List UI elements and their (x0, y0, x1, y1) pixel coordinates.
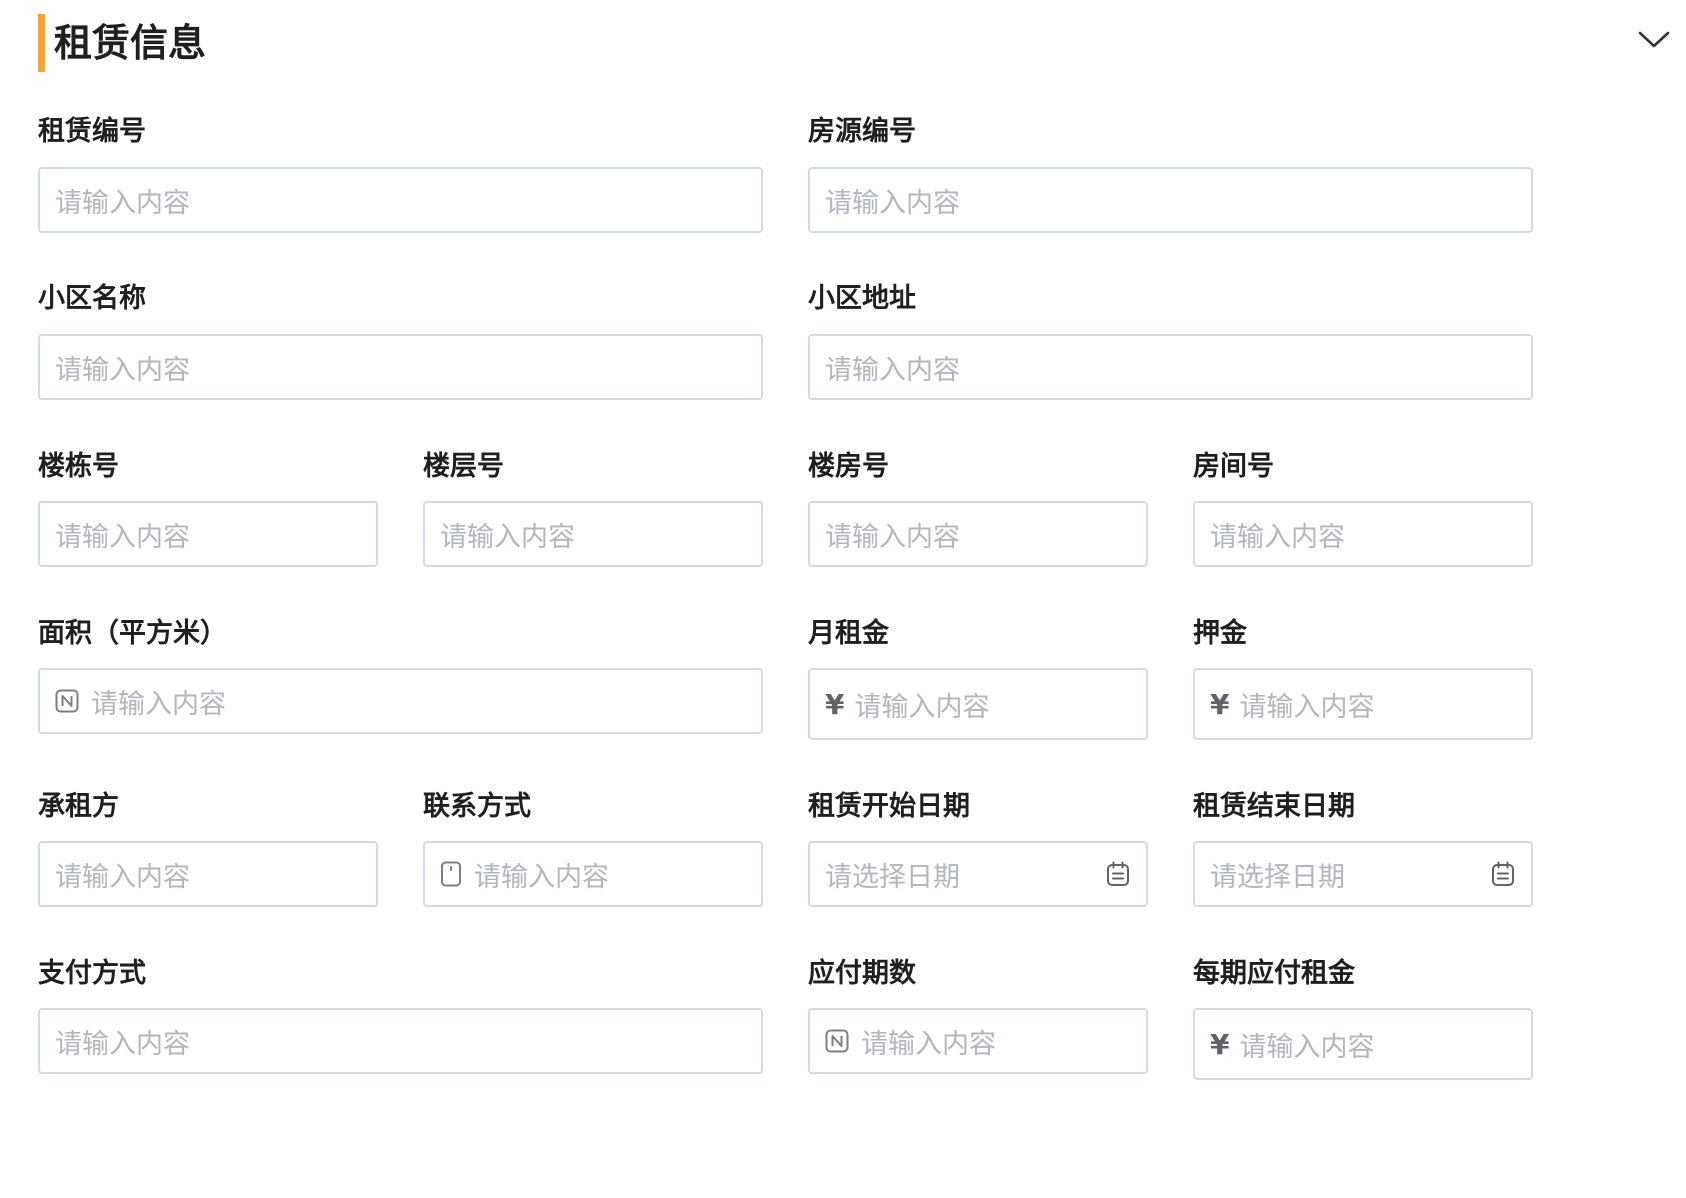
field-label: 楼房号 (808, 451, 889, 482)
calendar-icon[interactable] (1106, 861, 1130, 887)
contact-input[interactable]: 请输入内容 (423, 841, 763, 907)
currency-prefix: ¥ (1210, 1027, 1230, 1061)
field-room-no: 房间号 请输入内容 (1193, 450, 1533, 570)
area-input[interactable]: 请输入内容 (38, 668, 763, 734)
input-placeholder: 请输入内容 (825, 521, 960, 553)
input-placeholder: 请输入内容 (440, 521, 575, 553)
section-header: 租赁信息 (38, 14, 1670, 72)
field-end-date: 租赁结束日期 请选择日期 (1193, 790, 1533, 910)
start-date-picker[interactable]: 请选择日期 (808, 841, 1148, 907)
field-start-date: 租赁开始日期 请选择日期 (808, 790, 1148, 910)
field-community-address: 小区地址 请输入内容 (808, 282, 1533, 402)
payment-method-input[interactable]: 请输入内容 (38, 1008, 763, 1074)
installments-input[interactable]: 请输入内容 (808, 1008, 1148, 1074)
rent-per-period-input[interactable]: ¥ 请输入内容 (1193, 1008, 1533, 1080)
field-building-no: 楼栋号 请输入内容 (38, 450, 378, 570)
field-community-name: 小区名称 请输入内容 (38, 282, 763, 402)
end-date-picker[interactable]: 请选择日期 (1193, 841, 1533, 907)
input-placeholder: 请输入内容 (91, 688, 226, 720)
field-label: 面积（平方米） (38, 618, 227, 649)
input-placeholder: 请输入内容 (55, 1028, 190, 1060)
unit-no-input[interactable]: 请输入内容 (808, 501, 1148, 567)
number-icon (825, 1029, 849, 1053)
field-label: 月租金 (808, 618, 889, 649)
input-placeholder: 请选择日期 (1210, 861, 1345, 893)
deposit-input[interactable]: ¥ 请输入内容 (1193, 668, 1533, 740)
input-placeholder: 请输入内容 (1239, 1031, 1375, 1063)
listing-no-input[interactable]: 请输入内容 (808, 167, 1533, 233)
field-label: 楼层号 (423, 451, 504, 482)
field-label: 租赁结束日期 (1193, 791, 1355, 822)
field-label: 房间号 (1193, 451, 1274, 482)
lease-no-input[interactable]: 请输入内容 (38, 167, 763, 233)
building-no-input[interactable]: 请输入内容 (38, 501, 378, 567)
input-placeholder: 请输入内容 (55, 187, 190, 219)
chevron-down-icon[interactable] (1636, 26, 1672, 52)
field-label: 应付期数 (808, 958, 916, 989)
input-placeholder: 请输入内容 (474, 861, 609, 893)
field-label: 支付方式 (38, 958, 146, 989)
field-deposit: 押金 ¥ 请输入内容 (1193, 617, 1533, 742)
community-name-input[interactable]: 请输入内容 (38, 334, 763, 400)
field-payment-method: 支付方式 请输入内容 (38, 957, 763, 1077)
number-icon (55, 689, 79, 713)
field-monthly-rent: 月租金 ¥ 请输入内容 (808, 617, 1148, 742)
calendar-icon[interactable] (1491, 861, 1515, 887)
input-placeholder: 请输入内容 (825, 187, 960, 219)
field-label: 小区地址 (808, 283, 916, 314)
field-label: 押金 (1193, 618, 1247, 649)
input-placeholder: 请输入内容 (55, 861, 190, 893)
input-placeholder: 请输入内容 (55, 354, 190, 386)
field-label: 承租方 (38, 791, 119, 822)
field-label: 租赁编号 (38, 116, 146, 147)
field-area: 面积（平方米） 请输入内容 (38, 617, 763, 737)
input-placeholder: 请输入内容 (55, 521, 190, 553)
field-label: 楼栋号 (38, 451, 119, 482)
section-accent-bar (38, 14, 45, 72)
field-installments: 应付期数 请输入内容 (808, 957, 1148, 1077)
field-label: 房源编号 (808, 116, 916, 147)
field-floor-no: 楼层号 请输入内容 (423, 450, 763, 570)
field-unit-no: 楼房号 请输入内容 (808, 450, 1148, 570)
field-label: 每期应付租金 (1193, 958, 1355, 989)
currency-prefix: ¥ (1210, 687, 1230, 721)
monthly-rent-input[interactable]: ¥ 请输入内容 (808, 668, 1148, 740)
currency-prefix: ¥ (825, 687, 845, 721)
field-lease-no: 租赁编号 请输入内容 (38, 115, 763, 235)
input-placeholder: 请输入内容 (861, 1028, 996, 1060)
input-placeholder: 请输入内容 (1239, 691, 1375, 723)
room-no-input[interactable]: 请输入内容 (1193, 501, 1533, 567)
community-address-input[interactable]: 请输入内容 (808, 334, 1533, 400)
field-tenant: 承租方 请输入内容 (38, 790, 378, 910)
field-label: 租赁开始日期 (808, 791, 970, 822)
field-label: 小区名称 (38, 283, 146, 314)
input-placeholder: 请输入内容 (854, 691, 990, 723)
floor-no-input[interactable]: 请输入内容 (423, 501, 763, 567)
input-placeholder: 请输入内容 (1210, 521, 1345, 553)
field-label: 联系方式 (423, 791, 531, 822)
field-listing-no: 房源编号 请输入内容 (808, 115, 1533, 235)
phone-icon (440, 861, 462, 887)
section-title: 租赁信息 (54, 21, 207, 65)
tenant-input[interactable]: 请输入内容 (38, 841, 378, 907)
input-placeholder: 请输入内容 (825, 354, 960, 386)
input-placeholder: 请选择日期 (825, 861, 960, 893)
field-contact: 联系方式 请输入内容 (423, 790, 763, 910)
field-rent-per-period: 每期应付租金 ¥ 请输入内容 (1193, 957, 1533, 1082)
